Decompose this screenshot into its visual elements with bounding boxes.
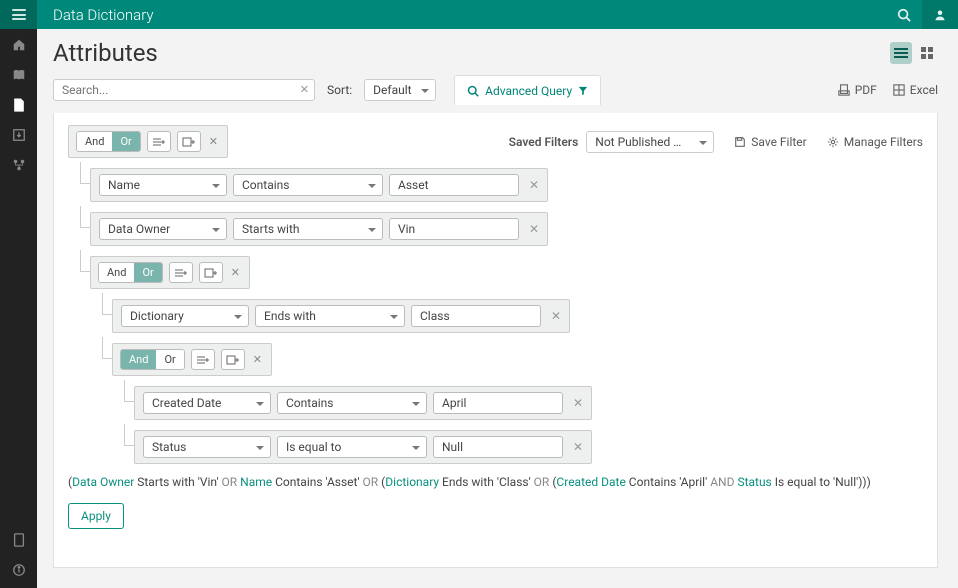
- root-logic-toggle[interactable]: And Or: [76, 131, 141, 152]
- grid-view-button[interactable]: [916, 42, 938, 64]
- operator-select[interactable]: Ends with: [255, 305, 405, 327]
- operator-select[interactable]: Starts with: [233, 218, 383, 240]
- saved-filters-dropdown[interactable]: Not Published …: [586, 131, 714, 153]
- search-input[interactable]: [53, 79, 315, 101]
- operator-select[interactable]: Contains: [277, 392, 427, 414]
- app-title: Data Dictionary: [53, 6, 154, 24]
- value-input[interactable]: [389, 218, 519, 240]
- add-rule-button[interactable]: [169, 262, 193, 283]
- rule-row: Created Date Contains ✕: [134, 386, 592, 420]
- home-icon[interactable]: [11, 37, 27, 53]
- saved-filters-label: Saved Filters: [509, 135, 579, 149]
- rule-row: Status Is equal to ✕: [134, 430, 592, 464]
- delete-rule-icon[interactable]: ✕: [573, 440, 583, 454]
- field-select[interactable]: Dictionary: [121, 305, 249, 327]
- field-select[interactable]: Created Date: [143, 392, 271, 414]
- page-title: Attributes: [53, 39, 158, 67]
- nested-group: And Or ✕: [112, 343, 272, 376]
- info-icon[interactable]: [11, 562, 27, 578]
- advanced-query-label: Advanced Query: [485, 84, 572, 98]
- user-icon[interactable]: [922, 0, 958, 29]
- or-button[interactable]: Or: [134, 263, 161, 282]
- download-icon[interactable]: [11, 127, 27, 143]
- search-box: ✕: [53, 79, 315, 101]
- nested-group: And Or ✕: [90, 256, 250, 289]
- delete-group-icon[interactable]: ✕: [251, 353, 264, 366]
- manage-filters-link[interactable]: Manage Filters: [827, 135, 923, 149]
- field-select[interactable]: Status: [143, 436, 271, 458]
- list-view-button[interactable]: [890, 42, 912, 64]
- delete-group-icon[interactable]: ✕: [207, 135, 220, 148]
- delete-rule-icon[interactable]: ✕: [529, 222, 539, 236]
- and-button[interactable]: And: [99, 263, 134, 282]
- rule-row: Data Owner Starts with ✕: [90, 212, 548, 246]
- delete-rule-icon[interactable]: ✕: [573, 396, 583, 410]
- delete-group-icon[interactable]: ✕: [229, 266, 242, 279]
- or-button[interactable]: Or: [156, 350, 183, 369]
- add-group-button[interactable]: [221, 349, 245, 370]
- add-group-button[interactable]: [177, 131, 201, 152]
- root-group: And Or ✕: [68, 125, 228, 158]
- operator-select[interactable]: Contains: [233, 174, 383, 196]
- and-button[interactable]: And: [121, 350, 156, 369]
- field-select[interactable]: Name: [99, 174, 227, 196]
- apply-button[interactable]: Apply: [68, 503, 124, 529]
- add-rule-button[interactable]: [191, 349, 215, 370]
- logic-toggle[interactable]: And Or: [98, 262, 163, 283]
- add-rule-button[interactable]: [147, 131, 171, 152]
- nodes-icon[interactable]: [11, 157, 27, 173]
- export-excel[interactable]: Excel: [893, 83, 938, 97]
- query-panel: And Or ✕ Saved Filters Not Published … S…: [53, 113, 938, 568]
- field-select[interactable]: Data Owner: [99, 218, 227, 240]
- view-toggle: [890, 42, 938, 64]
- delete-rule-icon[interactable]: ✕: [551, 309, 561, 323]
- value-input[interactable]: [389, 174, 519, 196]
- value-input[interactable]: [433, 436, 563, 458]
- and-button[interactable]: And: [77, 132, 112, 151]
- delete-rule-icon[interactable]: ✕: [529, 178, 539, 192]
- controls-row: ✕ Sort: Default Advanced Query PDF Excel: [37, 67, 958, 113]
- operator-select[interactable]: Is equal to: [277, 436, 427, 458]
- sort-label: Sort:: [327, 83, 352, 97]
- advanced-query-tab[interactable]: Advanced Query: [454, 75, 601, 105]
- rule-row: Dictionary Ends with ✕: [112, 299, 570, 333]
- main-area: Attributes ✕ Sort: Default Advanced Quer…: [37, 29, 958, 588]
- query-summary: (Data Owner Starts with 'Vin' OR Name Co…: [68, 474, 923, 491]
- export-pdf[interactable]: PDF: [838, 83, 877, 97]
- book-icon[interactable]: [11, 67, 27, 83]
- search-icon[interactable]: [886, 0, 922, 29]
- logic-toggle[interactable]: And Or: [120, 349, 185, 370]
- add-group-button[interactable]: [199, 262, 223, 283]
- clear-search-icon[interactable]: ✕: [300, 83, 309, 96]
- rule-row: Name Contains ✕: [90, 168, 548, 202]
- topbar: Data Dictionary: [0, 0, 958, 29]
- sort-dropdown[interactable]: Default: [364, 79, 436, 101]
- menu-toggle[interactable]: [0, 0, 37, 29]
- value-input[interactable]: [411, 305, 541, 327]
- device-icon[interactable]: [11, 532, 27, 548]
- or-button[interactable]: Or: [112, 132, 139, 151]
- save-filter-link[interactable]: Save Filter: [734, 135, 806, 149]
- value-input[interactable]: [433, 392, 563, 414]
- side-nav: [0, 29, 37, 588]
- document-icon[interactable]: [11, 97, 27, 113]
